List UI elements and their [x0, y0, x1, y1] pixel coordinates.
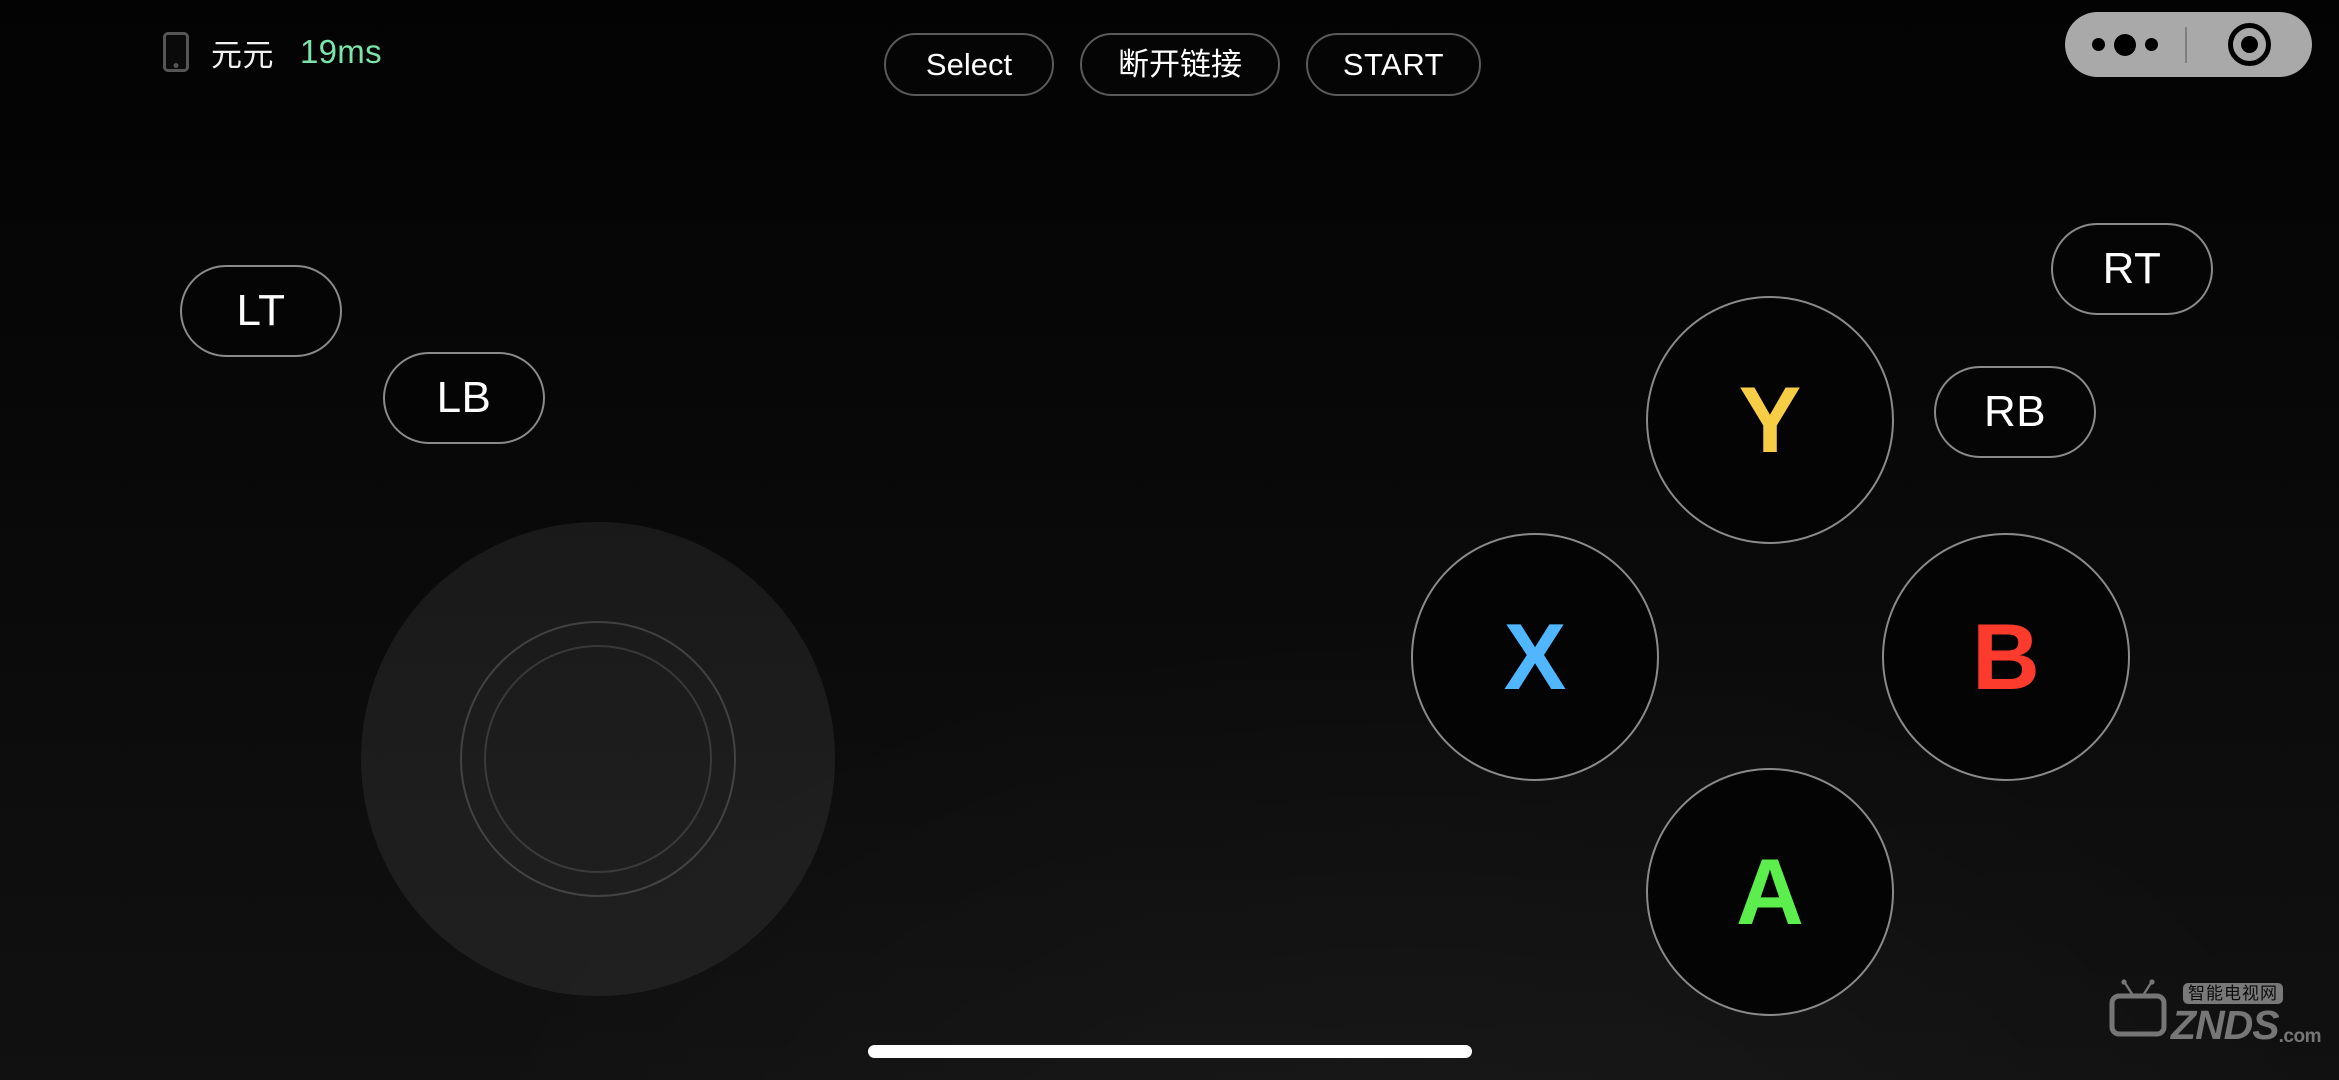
- select-button[interactable]: Select: [884, 33, 1054, 96]
- device-name-label: 元元: [211, 37, 274, 73]
- watermark-suffix-label: .com: [2278, 1026, 2322, 1047]
- mobile-phone-icon: [163, 32, 189, 72]
- lb-bumper-button[interactable]: LB: [383, 352, 545, 444]
- znds-watermark: 智能电视网 ZNDS .com: [2107, 977, 2322, 1048]
- system-buttons-group: Select 断开链接 START: [884, 33, 1481, 96]
- b-face-button[interactable]: B: [1882, 533, 2130, 781]
- more-dots-icon[interactable]: [2065, 12, 2185, 77]
- disconnect-button[interactable]: 断开链接: [1080, 33, 1280, 96]
- lt-trigger-button[interactable]: LT: [180, 265, 342, 357]
- rt-trigger-button[interactable]: RT: [2051, 223, 2213, 315]
- home-indicator[interactable]: [867, 1045, 1472, 1058]
- y-face-button[interactable]: Y: [1646, 296, 1894, 544]
- x-face-button[interactable]: X: [1411, 533, 1659, 781]
- record-target-icon: [2228, 23, 2271, 66]
- assistive-pill[interactable]: [2065, 12, 2312, 77]
- rb-bumper-button[interactable]: RB: [1934, 366, 2096, 458]
- status-bar: 元元 19ms: [163, 30, 382, 74]
- latency-label: 19ms: [300, 33, 382, 70]
- joystick-inner-ring: [484, 645, 712, 873]
- gamepad-screen: 元元 19ms Select 断开链接 START LT LB RT RB Y …: [0, 0, 2339, 1080]
- watermark-brand-label: ZNDS: [2171, 1002, 2280, 1048]
- start-button[interactable]: START: [1306, 33, 1481, 96]
- watermark-cn-label: 智能电视网: [2183, 983, 2284, 1004]
- a-face-button[interactable]: A: [1646, 768, 1894, 1016]
- tv-icon: [2107, 977, 2169, 1044]
- left-analog-stick[interactable]: [361, 522, 835, 996]
- record-button[interactable]: [2187, 23, 2312, 66]
